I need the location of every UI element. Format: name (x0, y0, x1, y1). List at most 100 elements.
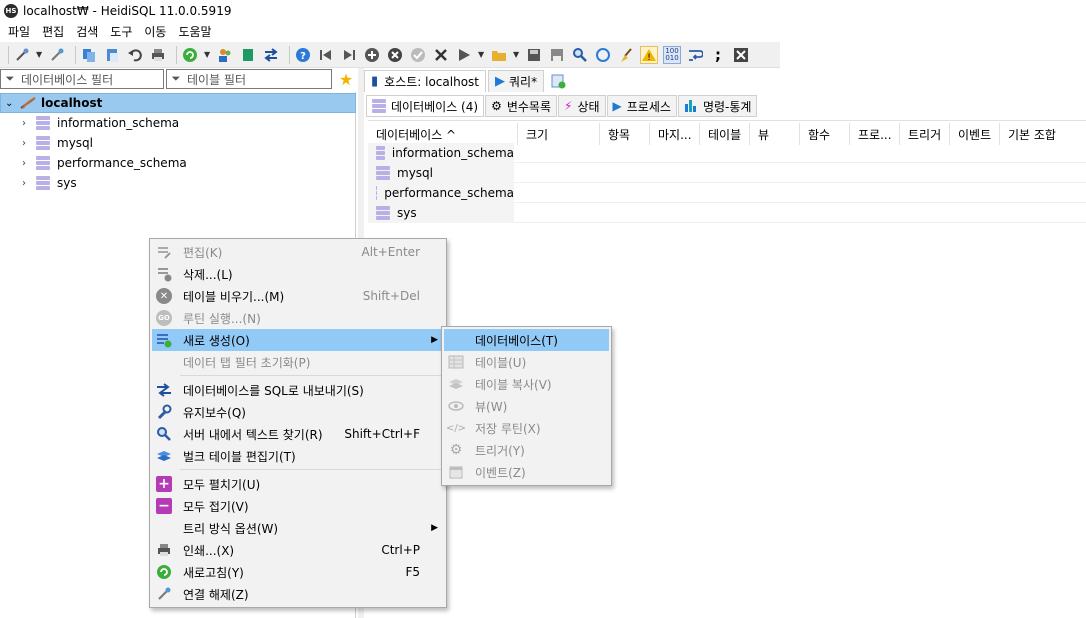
tab-databases[interactable]: 데이터베이스 (4) (366, 95, 485, 117)
disconnect-icon[interactable] (48, 46, 66, 64)
column-header-size[interactable]: 크기 (518, 123, 600, 145)
menu-item-maintenance[interactable]: 유지보수(Q) (152, 401, 444, 423)
submenu-item-copy-table[interactable]: 테이블 복사(V) (444, 373, 609, 395)
menu-item-tree-options[interactable]: 트리 방식 옵션(W) ▶ (152, 517, 444, 539)
column-header-default-collation[interactable]: 기본 조합 (1000, 123, 1086, 145)
menu-item-label: 테이블(U) (475, 355, 527, 370)
submenu-item-trigger[interactable]: ⚙ 트리거(Y) (444, 439, 609, 461)
column-header-triggers[interactable]: 트리거 (900, 123, 950, 145)
menu-go[interactable]: 이동 (138, 22, 172, 42)
table-filter-input[interactable]: ⏷ 테이블 필터 (166, 69, 332, 89)
menu-item-create-new[interactable]: 새로 생성(O) ▶ (152, 329, 444, 351)
table-row[interactable]: mysql (368, 162, 1086, 183)
check-icon[interactable] (409, 46, 427, 64)
favorite-star-icon[interactable]: ★ (335, 69, 357, 89)
menu-item-truncate[interactable]: ✕ 테이블 비우기...(M) Shift+Del (152, 285, 444, 307)
submenu-item-database[interactable]: 데이터베이스(T) (444, 329, 609, 351)
menu-edit[interactable]: 편집 (36, 22, 70, 42)
save-icon[interactable] (525, 46, 543, 64)
tab-processes[interactable]: ▶ 프로세스 (606, 95, 677, 117)
column-header-items[interactable]: 항목 (600, 123, 650, 145)
tab-query[interactable]: ▶ 쿼리* (488, 70, 545, 92)
add-icon[interactable] (363, 46, 381, 64)
menu-item-export-sql[interactable]: 데이터베이스를 SQL로 내보내기(S) (152, 379, 444, 401)
chevron-right-icon[interactable]: › (18, 138, 30, 149)
new-query-tab-button[interactable] (546, 70, 570, 92)
last-icon[interactable] (340, 46, 358, 64)
binary-icon[interactable]: 100 010 (663, 45, 681, 64)
tree-node-localhost[interactable]: ⌄ localhost (0, 93, 356, 113)
menu-item-expand-all[interactable]: + 모두 펼치기(U) (152, 473, 444, 495)
open-folder-icon[interactable] (490, 46, 508, 64)
menu-tools[interactable]: 도구 (104, 22, 138, 42)
menu-item-print[interactable]: 인쇄...(X) Ctrl+P (152, 539, 444, 561)
menu-item-bulk-edit[interactable]: 벌크 테이블 편집기(T) (152, 445, 444, 467)
column-header-views[interactable]: 뷰 (750, 123, 800, 145)
database-filter-input[interactable]: ⏷ 데이터베이스 필터 (0, 69, 164, 89)
tab-host[interactable]: ▮ 호스트: localhost (364, 70, 486, 92)
menu-item-reset-filter[interactable]: 데이터 탭 필터 초기화(P) (152, 351, 444, 373)
table-row[interactable]: information_schema (368, 142, 1086, 163)
tree-node-information-schema[interactable]: › information_schema (0, 113, 356, 133)
chevron-down-icon[interactable]: ▼ (36, 50, 44, 59)
submenu-item-view[interactable]: 뷰(W) (444, 395, 609, 417)
column-header-functions[interactable]: 함수 (800, 123, 850, 145)
menu-item-disconnect[interactable]: 연결 해제(Z) (152, 583, 444, 605)
save-as-icon[interactable] (548, 46, 566, 64)
menu-item-run-routine[interactable]: GO 루틴 실행...(N) (152, 307, 444, 329)
export-icon[interactable] (262, 46, 280, 64)
help-icon[interactable]: ? (294, 46, 312, 64)
submenu-item-table[interactable]: 테이블(U) (444, 351, 609, 373)
search-icon[interactable] (571, 46, 589, 64)
tab-variables[interactable]: ⚙ 변수목록 (485, 95, 557, 117)
semicolon-icon[interactable]: ; (709, 46, 727, 64)
copy-icon[interactable] (80, 46, 98, 64)
chevron-down-icon[interactable]: ▼ (513, 50, 521, 59)
user-manager-icon[interactable] (216, 46, 234, 64)
tree-node-mysql[interactable]: › mysql (0, 133, 356, 153)
chevron-right-icon[interactable]: › (18, 158, 30, 169)
menu-item-collapse-all[interactable]: − 모두 접기(V) (152, 495, 444, 517)
chevron-right-icon[interactable]: › (18, 118, 30, 129)
connect-icon[interactable] (13, 46, 31, 64)
replace-icon[interactable] (594, 46, 612, 64)
column-header-procedures[interactable]: 프로... (850, 123, 900, 145)
first-icon[interactable] (317, 46, 335, 64)
undo-icon[interactable] (126, 46, 144, 64)
menu-file[interactable]: 파일 (2, 22, 36, 42)
table-row[interactable]: performance_schema (368, 182, 1086, 203)
table-row[interactable]: sys (368, 202, 1086, 223)
bar-chart-icon (684, 98, 698, 115)
wrap-icon[interactable] (686, 46, 704, 64)
menu-item-refresh[interactable]: 새로고침(Y) F5 (152, 561, 444, 583)
menu-help[interactable]: 도움말 (172, 22, 217, 42)
print-icon[interactable] (149, 46, 167, 64)
delete-icon[interactable] (386, 46, 404, 64)
cancel-icon[interactable] (432, 46, 450, 64)
broom-icon[interactable] (617, 46, 635, 64)
submenu-item-stored-routine[interactable]: </> 저장 루틴(X) (444, 417, 609, 439)
tab-status[interactable]: ⚡ 상태 (558, 95, 606, 117)
run-icon[interactable] (455, 46, 473, 64)
column-header-tables[interactable]: 테이블 (700, 123, 750, 145)
chevron-down-icon[interactable]: ▼ (204, 50, 212, 59)
tab-command-stats[interactable]: 명령-통계 (677, 95, 758, 117)
menu-item-delete[interactable]: 삭제...(L) (152, 263, 444, 285)
paste-icon[interactable] (103, 46, 121, 64)
tree-node-sys[interactable]: › sys (0, 173, 356, 193)
chevron-down-icon[interactable]: ▼ (478, 50, 486, 59)
refresh-icon[interactable] (181, 46, 199, 64)
import-icon[interactable] (239, 46, 257, 64)
chevron-expanded-icon[interactable]: ⌄ (5, 98, 17, 109)
column-header-events[interactable]: 이벤트 (950, 123, 1000, 145)
menu-item-find-text[interactable]: 서버 내에서 텍스트 찾기(R) Shift+Ctrl+F (152, 423, 444, 445)
column-header-last-modified[interactable]: 마지... (650, 123, 700, 145)
close-tab-icon[interactable] (732, 46, 750, 64)
menu-item-edit[interactable]: 편집(K) Alt+Enter (152, 241, 444, 263)
menu-search[interactable]: 검색 (70, 22, 104, 42)
tree-node-performance-schema[interactable]: › performance_schema (0, 153, 356, 173)
chevron-right-icon[interactable]: › (18, 178, 30, 189)
submenu-item-event[interactable]: 이벤트(Z) (444, 461, 609, 483)
warning-icon[interactable]: ! (640, 45, 658, 64)
menu-item-label: 편집(K) (183, 245, 223, 260)
